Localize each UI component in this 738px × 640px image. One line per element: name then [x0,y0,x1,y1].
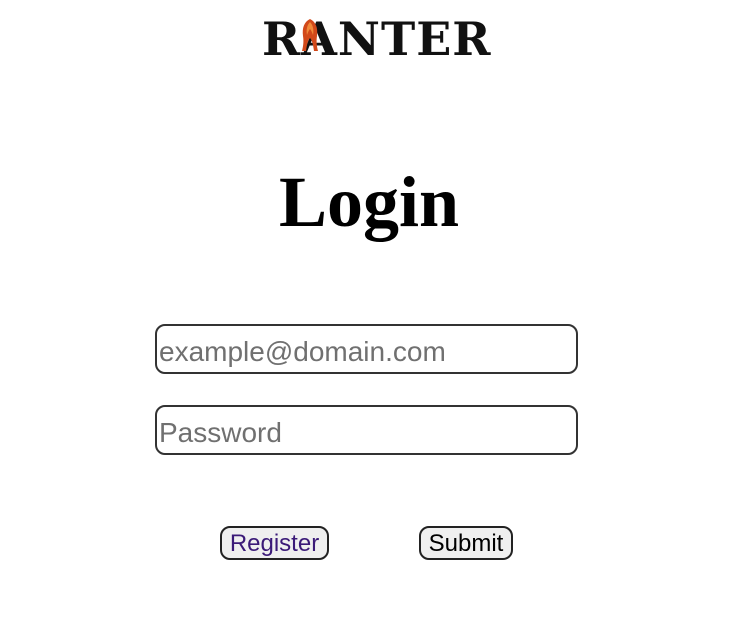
password-input[interactable] [155,405,578,455]
submit-button[interactable]: Submit [419,526,513,560]
register-button[interactable]: Register [220,526,329,560]
flame-hair-icon [302,19,318,51]
app-logo: RANTER [262,14,491,64]
email-input[interactable] [155,324,578,374]
logo-text: RANTER [262,12,492,66]
login-page: RANTER Login Register Submit [0,0,738,640]
page-title: Login [278,162,460,242]
